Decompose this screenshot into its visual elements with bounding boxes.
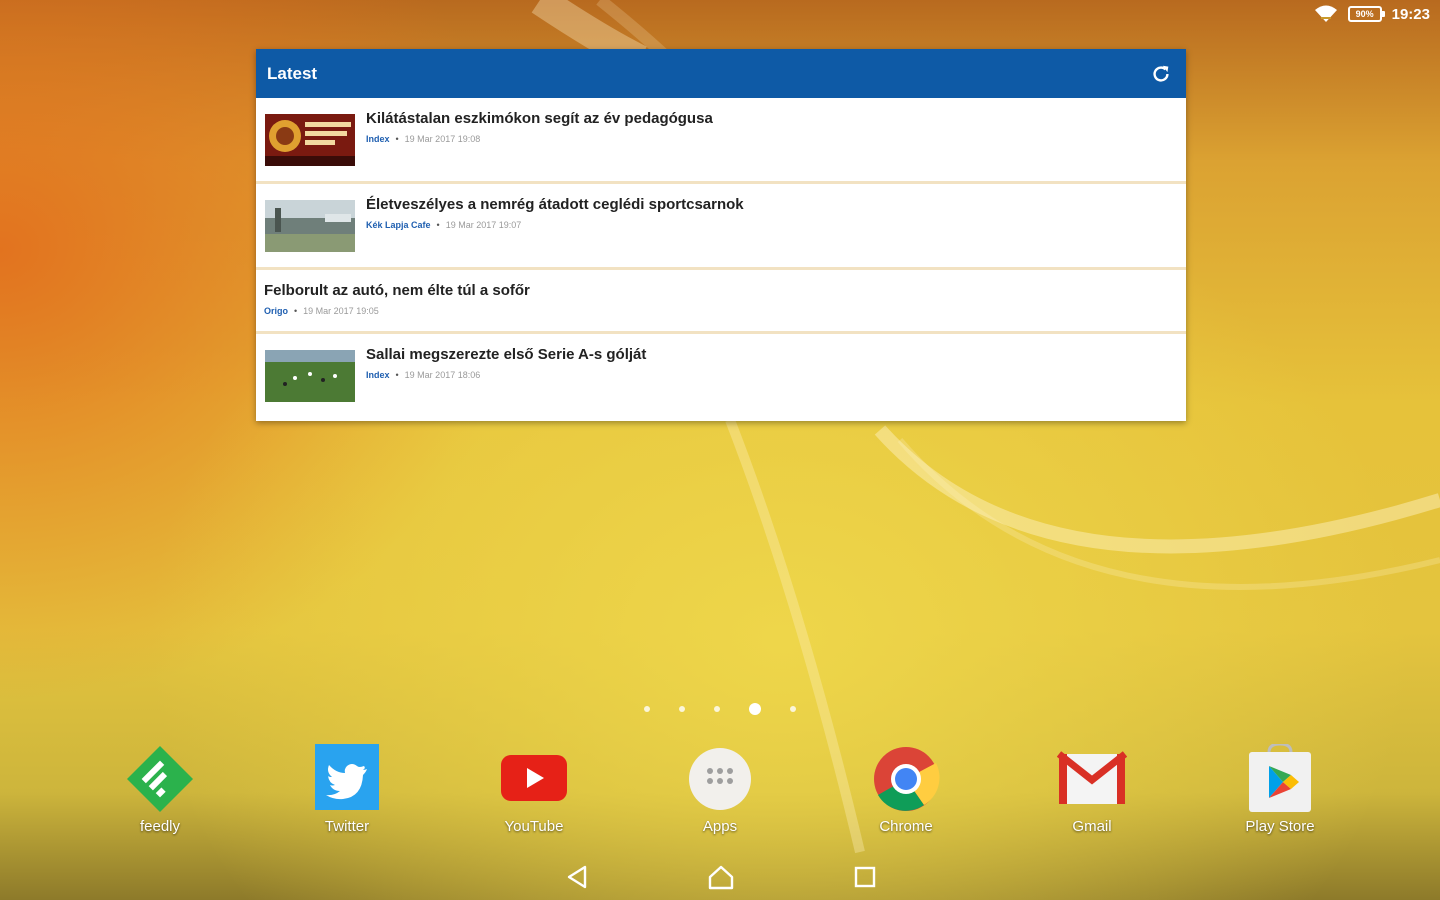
dock-app-label: feedly [139, 818, 181, 835]
meta-separator: • [436, 220, 440, 230]
news-item[interactable]: Sallai megszerezte első Serie A-s gólját… [256, 334, 1186, 417]
back-icon[interactable] [563, 862, 593, 892]
news-title: Kilátástalan eszkimókon segít az év peda… [366, 110, 713, 127]
dock-app-label: Play Store [1245, 818, 1315, 835]
meta-separator: • [294, 306, 298, 316]
news-title: Sallai megszerezte első Serie A-s gólját [366, 346, 647, 363]
play-store-icon [1249, 744, 1311, 812]
news-time: 19 Mar 2017 18:06 [404, 370, 481, 380]
page-dot[interactable] [714, 706, 720, 712]
recents-icon[interactable] [850, 862, 880, 892]
status-bar: 90% 19:23 [0, 0, 1440, 28]
meta-separator: • [395, 134, 399, 144]
news-meta: Kék Lapja Cafe • 19 Mar 2017 19:07 [366, 220, 744, 230]
gmail-icon [1057, 751, 1127, 804]
news-thumbnail [265, 114, 355, 166]
news-widget: Latest Kilátástalan eszkimókon segít az … [256, 49, 1186, 421]
home-icon[interactable] [706, 862, 736, 892]
news-thumbnail [265, 200, 355, 252]
dock-app-label: Gmail [1072, 818, 1112, 835]
dock-app-gmail[interactable]: Gmail [1032, 744, 1152, 835]
news-meta: Index • 19 Mar 2017 19:08 [366, 134, 713, 144]
page-indicator [644, 703, 796, 715]
news-source: Kék Lapja Cafe [366, 220, 431, 230]
apps-grid-icon [689, 748, 751, 810]
chrome-icon [874, 747, 940, 811]
navigation-bar [0, 852, 1440, 900]
news-time: 19 Mar 2017 19:05 [303, 306, 379, 316]
page-dot[interactable] [790, 706, 796, 712]
widget-title: Latest [267, 63, 318, 83]
dock-app-label: Twitter [324, 818, 370, 835]
dock-app-label: Chrome [879, 818, 933, 835]
dock-app-label: Apps [702, 818, 738, 835]
news-item[interactable]: Életveszélyes a nemrég átadott ceglédi s… [256, 184, 1186, 270]
news-title: Felborult az autó, nem élte túl a sofőr [264, 282, 530, 299]
dock-app-drawer[interactable]: Apps [660, 744, 780, 835]
news-source: Origo [264, 306, 288, 316]
news-title: Életveszélyes a nemrég átadott ceglédi s… [366, 196, 744, 213]
twitter-icon [315, 744, 379, 810]
news-thumbnail [265, 350, 355, 402]
dock-app-feedly[interactable]: feedly [100, 744, 220, 835]
refresh-icon[interactable] [1150, 63, 1172, 85]
news-meta: Index • 19 Mar 2017 18:06 [366, 370, 646, 380]
meta-separator: • [395, 370, 399, 380]
news-item[interactable]: Felborult az autó, nem élte túl a sofőr … [256, 270, 1186, 334]
dock-app-twitter[interactable]: Twitter [287, 744, 407, 835]
youtube-icon [501, 755, 567, 801]
dock-app-chrome[interactable]: Chrome [846, 744, 966, 835]
clock: 19:23 [1391, 5, 1430, 23]
feedly-icon [127, 746, 193, 812]
news-item[interactable]: Kilátástalan eszkimókon segít az év peda… [256, 98, 1186, 184]
battery-percent: 90% [1355, 9, 1374, 19]
news-source: Index [366, 134, 390, 144]
news-meta: Origo • 19 Mar 2017 19:05 [264, 306, 530, 316]
dock-app-label: YouTube [504, 818, 564, 835]
page-dot[interactable] [679, 706, 685, 712]
page-dot-active[interactable] [749, 703, 761, 715]
news-time: 19 Mar 2017 19:07 [445, 220, 522, 230]
dock-app-youtube[interactable]: YouTube [474, 744, 594, 835]
news-source: Index [366, 370, 390, 380]
dock-app-play-store[interactable]: Play Store [1220, 744, 1340, 835]
widget-header: Latest [256, 49, 1186, 98]
battery-icon: 90% [1347, 6, 1385, 22]
news-time: 19 Mar 2017 19:08 [404, 134, 481, 144]
wifi-icon [1314, 5, 1337, 22]
page-dot[interactable] [644, 706, 650, 712]
